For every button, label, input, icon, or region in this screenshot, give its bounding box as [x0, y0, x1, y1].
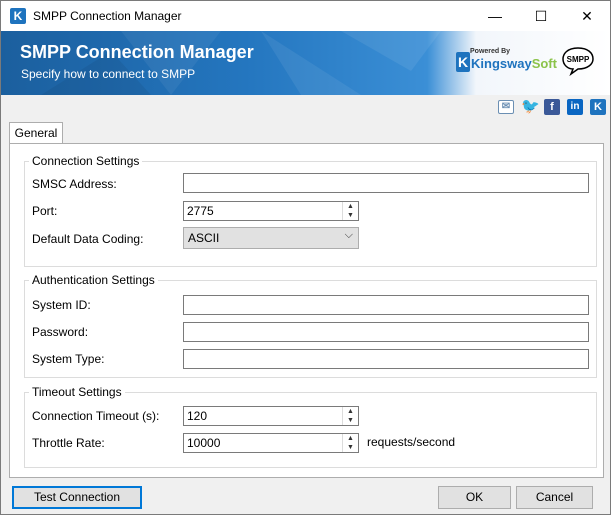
- connection-settings-title: Connection Settings: [29, 154, 143, 168]
- connection-timeout-stepper-arrows: ▲ ▼: [342, 407, 358, 425]
- smsc-address-input[interactable]: [183, 173, 589, 193]
- brand-name: KingswaySoft: [471, 56, 557, 71]
- increment-arrow-icon[interactable]: ▲: [343, 202, 358, 211]
- banner-title: SMPP Connection Manager: [20, 42, 254, 62]
- close-button[interactable]: ✕: [564, 1, 610, 31]
- throttle-rate-stepper-arrows: ▲ ▼: [342, 434, 358, 452]
- minimize-button[interactable]: —: [472, 1, 518, 31]
- throttle-rate-value: 10000: [187, 436, 221, 450]
- kingswaysoft-icon[interactable]: K: [590, 99, 606, 115]
- connection-timeout-label: Connection Timeout (s):: [32, 409, 160, 423]
- password-label: Password:: [32, 325, 89, 339]
- email-icon[interactable]: ✉: [498, 100, 514, 114]
- port-stepper-arrows: ▲ ▼: [342, 202, 358, 220]
- svg-text:SMPP: SMPP: [567, 55, 590, 64]
- powered-by-label: Powered By: [470, 48, 511, 55]
- connection-manager-window: K SMPP Connection Manager — ☐ ✕ SMPP Con…: [0, 0, 611, 515]
- increment-arrow-icon[interactable]: ▲: [343, 434, 358, 443]
- smpp-logo-icon: SMPP: [562, 47, 594, 76]
- smsc-address-label: SMSC Address:: [32, 177, 117, 191]
- kingswaysoft-app-icon: K: [10, 8, 26, 24]
- throttle-rate-unit: requests/second: [367, 435, 456, 449]
- timeout-settings-title: Timeout Settings: [29, 385, 125, 399]
- default-data-coding-select[interactable]: ASCII ⌵: [183, 227, 359, 249]
- timeout-settings-group: Timeout Settings: [24, 385, 597, 468]
- cancel-button[interactable]: Cancel: [516, 486, 593, 509]
- test-connection-button[interactable]: Test Connection: [12, 486, 142, 509]
- port-stepper[interactable]: 2775 ▲ ▼: [183, 201, 359, 221]
- banner-subtitle: Specify how to connect to SMPP: [21, 67, 196, 81]
- decrement-arrow-icon[interactable]: ▼: [343, 416, 358, 425]
- kingswaysoft-k-icon: K: [456, 52, 470, 72]
- facebook-icon[interactable]: f: [544, 99, 560, 115]
- system-type-input[interactable]: [183, 349, 589, 369]
- authentication-settings-title: Authentication Settings: [29, 273, 158, 287]
- system-id-input[interactable]: [183, 295, 589, 315]
- kingswaysoft-logo: Powered By K KingswaySoft: [456, 48, 557, 82]
- tab-general[interactable]: General: [9, 122, 63, 145]
- decrement-arrow-icon[interactable]: ▼: [343, 211, 358, 220]
- header-banner: SMPP Connection Manager Specify how to c…: [1, 31, 610, 95]
- default-data-coding-label: Default Data Coding:: [32, 232, 144, 246]
- default-data-coding-value: ASCII: [188, 231, 220, 245]
- system-id-label: System ID:: [32, 298, 91, 312]
- linkedin-icon[interactable]: in: [567, 99, 583, 115]
- decrement-arrow-icon[interactable]: ▼: [343, 443, 358, 452]
- port-label: Port:: [32, 204, 58, 218]
- connection-timeout-stepper[interactable]: 120 ▲ ▼: [183, 406, 359, 426]
- password-input[interactable]: [183, 322, 589, 342]
- window-title: SMPP Connection Manager: [33, 9, 182, 23]
- throttle-rate-stepper[interactable]: 10000 ▲ ▼: [183, 433, 359, 453]
- twitter-icon[interactable]: 🐦: [521, 99, 540, 115]
- maximize-button[interactable]: ☐: [518, 1, 564, 31]
- throttle-rate-label: Throttle Rate:: [32, 436, 105, 450]
- connection-timeout-value: 120: [187, 409, 208, 423]
- system-type-label: System Type:: [32, 352, 105, 366]
- port-value: 2775: [187, 204, 214, 218]
- banner-pattern: [41, 31, 441, 95]
- increment-arrow-icon[interactable]: ▲: [343, 407, 358, 416]
- title-bar[interactable]: K SMPP Connection Manager — ☐ ✕: [1, 1, 610, 31]
- ok-button[interactable]: OK: [438, 486, 511, 509]
- chevron-down-icon: ⌵: [344, 229, 353, 241]
